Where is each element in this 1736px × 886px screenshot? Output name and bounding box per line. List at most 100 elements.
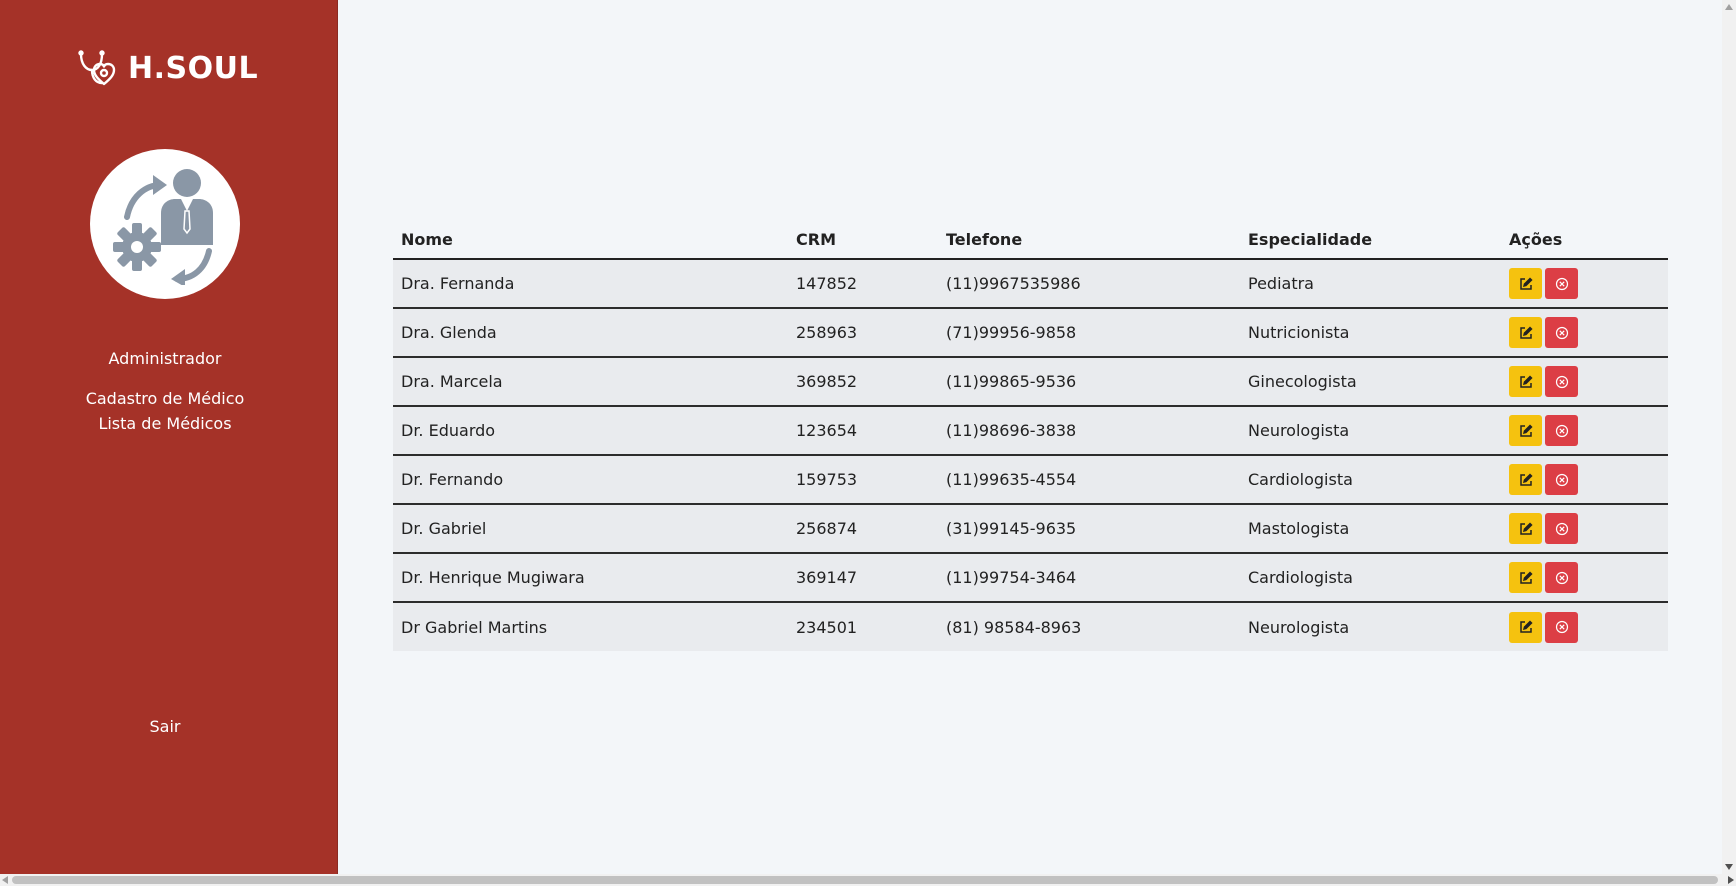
cell-crm: 369852 [788, 357, 938, 407]
table-row: Dr Gabriel Martins 234501 (81) 98584-8963 N… [393, 602, 1668, 651]
edit-icon [1519, 472, 1533, 486]
sidebar-item-administrador[interactable]: Administrador [0, 346, 330, 371]
close-circle-icon [1555, 571, 1568, 584]
cell-acoes [1501, 259, 1668, 309]
row-actions [1509, 562, 1660, 593]
close-circle-icon [1555, 326, 1568, 339]
avatar [90, 149, 240, 299]
brand-logo[interactable]: H.SOUL [78, 50, 258, 88]
scroll-up-icon[interactable] [1725, 4, 1733, 10]
cell-telefone: (31)99145-9635 [938, 504, 1240, 554]
cell-nome: Dr. Henrique Mugiwara [393, 553, 788, 603]
close-circle-icon [1555, 277, 1568, 290]
sidebar-item-lista-medicos[interactable]: Lista de Médicos [0, 411, 330, 436]
edit-button[interactable] [1509, 317, 1542, 348]
cell-acoes [1501, 455, 1668, 505]
cell-crm: 147852 [788, 259, 938, 309]
cell-acoes [1501, 308, 1668, 358]
vertical-scrollbar[interactable] [1722, 0, 1736, 874]
header-nome: Nome [393, 220, 788, 260]
app-window: H.SOUL Administrador Cadastro de Médico … [0, 0, 1736, 886]
header-acoes: Ações [1501, 220, 1668, 260]
close-circle-icon [1555, 375, 1568, 388]
cell-especialidade: Cardiologista [1240, 455, 1501, 505]
edit-icon [1519, 620, 1533, 633]
cell-acoes [1501, 357, 1668, 407]
delete-button[interactable] [1545, 513, 1578, 544]
scroll-right-icon[interactable] [1728, 876, 1734, 884]
edit-button[interactable] [1509, 415, 1542, 446]
horizontal-scrollbar[interactable] [0, 874, 1736, 886]
cell-especialidade: Ginecologista [1240, 357, 1501, 407]
delete-button[interactable] [1545, 415, 1578, 446]
delete-button[interactable] [1545, 366, 1578, 397]
delete-button[interactable] [1545, 317, 1578, 348]
close-circle-icon [1555, 620, 1568, 634]
edit-button[interactable] [1509, 268, 1542, 299]
row-actions [1509, 415, 1660, 446]
edit-button[interactable] [1509, 562, 1542, 593]
cell-nome: Dra. Glenda [393, 308, 788, 358]
table-row: Dr. Eduardo 123654 (11)98696-3838 Neurologi… [393, 406, 1668, 456]
table-row: Dra. Fernanda 147852 (11)9967535986 Pediatr… [393, 259, 1668, 309]
scroll-down-icon[interactable] [1725, 864, 1733, 870]
table-row: Dra. Glenda 258963 (71)99956-9858 Nutricion… [393, 308, 1668, 358]
cell-telefone: (71)99956-9858 [938, 308, 1240, 358]
cell-crm: 234501 [788, 602, 938, 651]
table-row: Dr. Gabriel 256874 (31)99145-9635 Mastologi… [393, 504, 1668, 554]
table-body: Dra. Fernanda 147852 (11)9967535986 Pediatr… [393, 259, 1668, 651]
edit-icon [1519, 325, 1533, 339]
cell-telefone: (11)98696-3838 [938, 406, 1240, 456]
cell-acoes [1501, 406, 1668, 456]
edit-button[interactable] [1509, 611, 1542, 643]
scroll-left-icon[interactable] [2, 876, 8, 884]
table-row: Dr. Henrique Mugiwara 369147 (11)99754-346… [393, 553, 1668, 603]
cell-especialidade: Nutricionista [1240, 308, 1501, 358]
header-especialidade: Especialidade [1240, 220, 1501, 260]
edit-icon [1519, 570, 1533, 584]
cell-telefone: (11)99865-9536 [938, 357, 1240, 407]
cell-acoes [1501, 504, 1668, 554]
row-actions [1509, 366, 1660, 397]
edit-button[interactable] [1509, 464, 1542, 495]
delete-button[interactable] [1545, 464, 1578, 495]
edit-button[interactable] [1509, 366, 1542, 397]
edit-icon [1519, 276, 1533, 290]
cell-especialidade: Neurologista [1240, 406, 1501, 456]
row-actions [1509, 611, 1660, 643]
cell-nome: Dra. Marcela [393, 357, 788, 407]
cell-nome: Dr Gabriel Martins [393, 602, 788, 651]
sidebar: H.SOUL Administrador Cadastro de Médico … [0, 0, 338, 874]
edit-icon [1519, 423, 1533, 437]
cell-telefone: (11)9967535986 [938, 259, 1240, 309]
cell-telefone: (81) 98584-8963 [938, 602, 1240, 651]
admin-user-gear-icon [113, 169, 213, 285]
table-row: Dr. Fernando 159753 (11)99635-4554 Cardiolo… [393, 455, 1668, 505]
header-telefone: Telefone [938, 220, 1240, 260]
edit-button[interactable] [1509, 513, 1542, 544]
main-content: Nome CRM Telefone Especialidade Ações Dr… [339, 0, 1722, 874]
close-circle-icon [1555, 522, 1568, 535]
cell-crm: 369147 [788, 553, 938, 603]
sidebar-item-cadastro-medico[interactable]: Cadastro de Médico [0, 386, 330, 411]
delete-button[interactable] [1545, 562, 1578, 593]
logout-link[interactable]: Sair [0, 714, 330, 739]
header-crm: CRM [788, 220, 938, 260]
cell-nome: Dr. Gabriel [393, 504, 788, 554]
delete-button[interactable] [1545, 611, 1578, 643]
cell-acoes [1501, 553, 1668, 603]
cell-telefone: (11)99754-3464 [938, 553, 1240, 603]
cell-especialidade: Neurologista [1240, 602, 1501, 651]
cell-especialidade: Cardiologista [1240, 553, 1501, 603]
row-actions [1509, 268, 1660, 299]
delete-button[interactable] [1545, 268, 1578, 299]
table-row: Dra. Marcela 369852 (11)99865-9536 Ginecolo… [393, 357, 1668, 407]
cell-telefone: (11)99635-4554 [938, 455, 1240, 505]
cell-especialidade: Pediatra [1240, 259, 1501, 309]
doctors-table: Nome CRM Telefone Especialidade Ações Dr… [393, 220, 1668, 651]
brand-name: H.SOUL [128, 51, 259, 86]
close-circle-icon [1555, 473, 1568, 486]
horizontal-scroll-thumb[interactable] [12, 876, 1718, 884]
cell-crm: 159753 [788, 455, 938, 505]
row-actions [1509, 317, 1660, 348]
